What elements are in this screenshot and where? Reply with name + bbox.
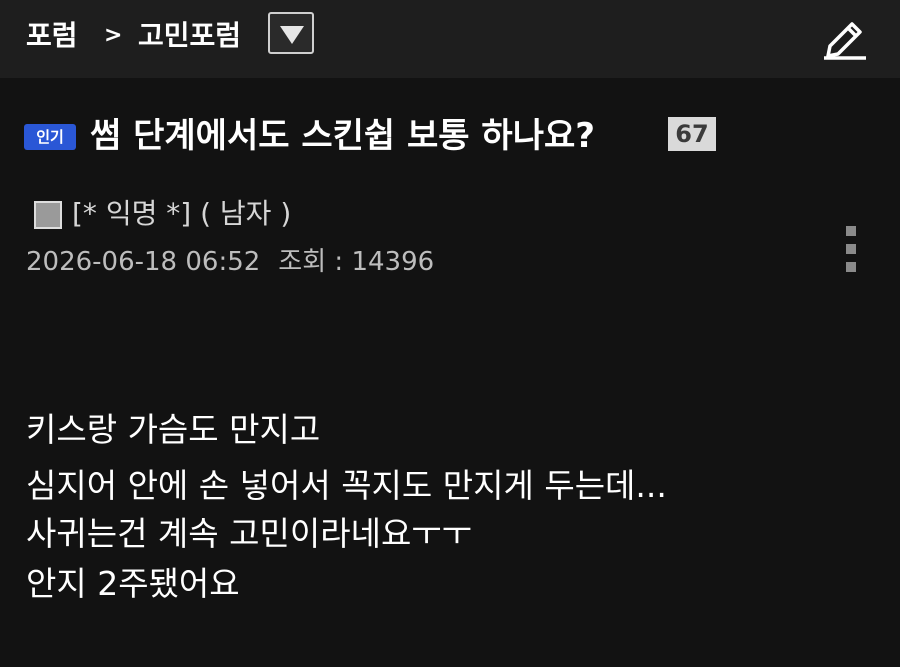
popular-badge: 인기 (24, 124, 76, 150)
vertical-dots-icon (846, 244, 856, 254)
forum-dropdown-button[interactable] (268, 12, 314, 54)
views-count: 14396 (351, 247, 435, 277)
vertical-dots-icon (846, 226, 856, 236)
post-title: 썸 단계에서도 스킨쉽 보통 하나요? (90, 116, 595, 156)
breadcrumb-worry-forum[interactable]: 고민포럼 (138, 14, 241, 58)
post-datetime: 2026-06-18 06:52 (26, 247, 261, 277)
post-author[interactable]: [* 익명 *] ( 남자 ) (72, 194, 291, 234)
comment-count-badge[interactable]: 67 (668, 117, 716, 151)
views-label: 조회 : (278, 247, 352, 277)
post-meta: 2026-06-18 06:52 조회 : 14396 (26, 244, 434, 280)
triangle-down-icon (280, 26, 304, 44)
breadcrumb-separator: > (104, 23, 123, 48)
post-body-line: 안지 2주됐어요 (26, 564, 240, 603)
breadcrumb-forum[interactable]: 포럼 (26, 14, 78, 58)
vertical-dots-icon (846, 262, 856, 272)
pencil-icon (824, 22, 866, 60)
post-body-line: 심지어 안에 손 넣어서 꼭지도 만지게 두는데... (26, 466, 667, 505)
top-bar: 포럼 > 고민포럼 (0, 0, 900, 78)
post-body-line: 키스랑 가슴도 만지고 (26, 410, 321, 449)
more-options-button[interactable] (840, 226, 862, 276)
post-body-line: 사귀는건 계속 고민이라네요ㅜㅜ (26, 514, 473, 553)
write-post-button[interactable] (818, 10, 874, 60)
author-icon (34, 201, 62, 229)
